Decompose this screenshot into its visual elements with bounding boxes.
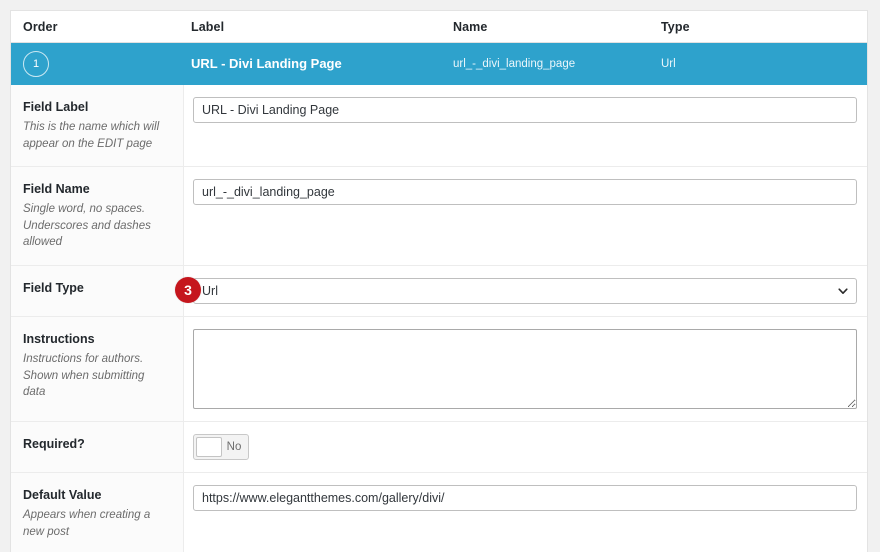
order-badge[interactable]: 1 bbox=[23, 51, 49, 77]
field-row-label-link[interactable]: URL - Divi Landing Page bbox=[191, 56, 342, 71]
setting-row-default-value: Default Value Appears when creating a ne… bbox=[11, 473, 867, 552]
field-label-input[interactable] bbox=[193, 97, 857, 123]
required-labelcell: Required? bbox=[11, 422, 184, 473]
required-toggle[interactable]: No bbox=[193, 434, 249, 461]
default-value-description: Appears when creating a new post bbox=[23, 508, 151, 538]
acf-field-editor-page: Order Label Name Type 1 URL - Divi Landi… bbox=[0, 0, 880, 552]
setting-row-field-label: Field Label This is the name which will … bbox=[11, 85, 867, 168]
field-label-description: This is the name which will appear on th… bbox=[23, 120, 160, 150]
default-value-labelcell: Default Value Appears when creating a ne… bbox=[11, 473, 184, 552]
column-header-name: Name bbox=[453, 19, 488, 34]
field-type-controlcell: 3 Url bbox=[175, 266, 867, 316]
instructions-description: Instructions for authors. Shown when sub… bbox=[23, 352, 145, 399]
field-name-labelcell: Field Name Single word, no spaces. Under… bbox=[11, 167, 184, 266]
field-label-title: Field Label bbox=[23, 100, 89, 114]
field-name-title: Field Name bbox=[23, 182, 90, 197]
field-row-type-cell: Url bbox=[661, 58, 676, 70]
instructions-textarea[interactable] bbox=[193, 329, 857, 410]
field-row-label-cell: URL - Divi Landing Page bbox=[191, 55, 453, 73]
field-name-controlcell bbox=[184, 167, 867, 265]
required-title: Required? bbox=[23, 437, 85, 452]
field-type-select-wrap: Url bbox=[193, 278, 857, 305]
required-toggle-state: No bbox=[226, 441, 242, 454]
required-controlcell: No bbox=[184, 422, 867, 472]
field-settings-panel: Order Label Name Type 1 URL - Divi Landi… bbox=[10, 10, 868, 552]
setting-row-instructions: Instructions Instructions for authors. S… bbox=[11, 317, 867, 423]
field-label-labelcell: Field Label This is the name which will … bbox=[11, 85, 184, 167]
column-header-label: Label bbox=[191, 19, 225, 34]
annotation-badge-3: 3 bbox=[175, 277, 201, 304]
setting-row-required: Required? No bbox=[11, 422, 867, 474]
field-table-header: Order Label Name Type bbox=[11, 11, 867, 43]
instructions-title: Instructions bbox=[23, 332, 95, 347]
field-row-name-cell: url_-_divi_landing_page bbox=[453, 58, 576, 70]
field-name-input[interactable] bbox=[193, 179, 857, 206]
instructions-labelcell: Instructions Instructions for authors. S… bbox=[11, 317, 184, 422]
required-toggle-knob[interactable] bbox=[196, 437, 222, 458]
default-value-title: Default Value bbox=[23, 488, 102, 503]
setting-row-field-type: Field Type 3 Url bbox=[11, 266, 867, 318]
instructions-controlcell bbox=[184, 317, 867, 421]
field-type-select[interactable]: Url bbox=[193, 278, 857, 305]
default-value-input[interactable] bbox=[193, 485, 857, 512]
field-row-order-cell: 1 bbox=[23, 51, 191, 77]
default-value-controlcell bbox=[184, 473, 867, 552]
field-type-title: Field Type bbox=[23, 281, 84, 296]
column-header-order: Order bbox=[23, 19, 58, 34]
setting-row-field-name: Field Name Single word, no spaces. Under… bbox=[11, 167, 867, 267]
field-name-description: Single word, no spaces. Underscores and … bbox=[23, 203, 151, 249]
field-type-labelcell: Field Type bbox=[11, 266, 184, 317]
field-row-selected[interactable]: 1 URL - Divi Landing Page url_-_divi_lan… bbox=[11, 43, 867, 85]
field-label-controlcell bbox=[184, 85, 867, 166]
column-header-type: Type bbox=[661, 19, 690, 34]
